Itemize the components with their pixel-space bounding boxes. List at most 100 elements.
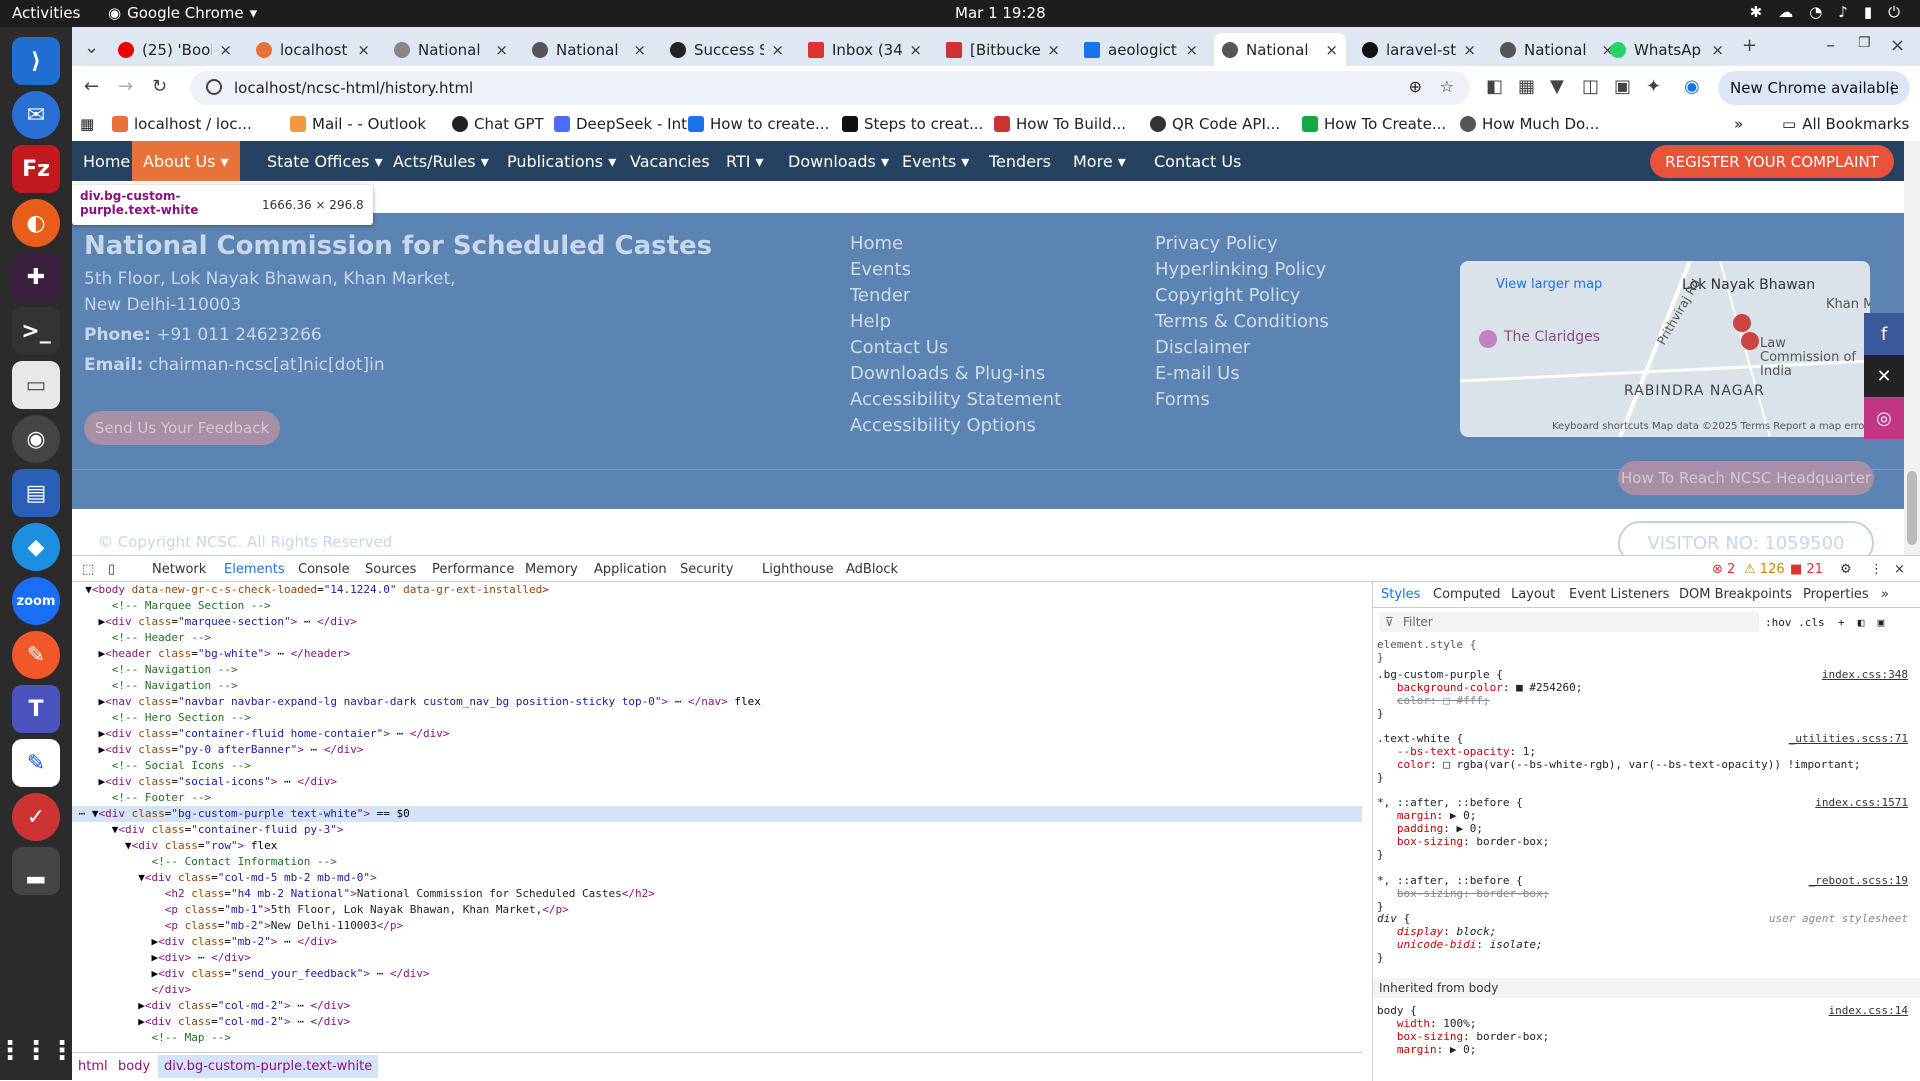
profile-icon[interactable]: ◉ (1684, 76, 1700, 97)
bookmark[interactable]: How Much Do... (1460, 115, 1599, 133)
styles-tab-event-listeners[interactable]: Event Listeners (1569, 587, 1669, 602)
footer-link-contact[interactable]: Contact Us (850, 337, 948, 358)
nav-state-offices[interactable]: State Offices ▾ (256, 141, 394, 182)
footer-link-email[interactable]: E-mail Us (1155, 363, 1240, 384)
dom-node[interactable]: <!-- Social Icons --> (72, 758, 1362, 774)
warning-count[interactable]: ⚠ 126 (1744, 562, 1785, 577)
rule-bg-custom-purple[interactable]: .bg-custom-purple { background-color: ■ … (1377, 668, 1582, 720)
source-link[interactable]: _reboot.scss:19 (1809, 874, 1908, 887)
devtools-tab-elements[interactable]: Elements (224, 562, 285, 577)
close-icon[interactable]: × (1047, 41, 1060, 59)
new-tab-icon[interactable]: + (1742, 35, 1757, 56)
settings-gear-icon[interactable]: ⚙ (1840, 562, 1852, 577)
tab[interactable]: Inbox (34 × (800, 33, 930, 66)
dom-node[interactable]: <p class="mb-1">5th Floor, Lok Nayak Bha… (72, 902, 1362, 918)
footer-link-privacy[interactable]: Privacy Policy (1155, 233, 1278, 254)
error-count[interactable]: ⊗ 2 (1712, 562, 1735, 577)
dom-node[interactable]: ▶<div class="py-0 afterBanner"> ⋯ </div> (72, 742, 1362, 758)
facebook-icon[interactable]: f (1864, 313, 1904, 355)
dom-node[interactable]: <!-- Map --> (72, 1030, 1362, 1046)
more-bookmarks-icon[interactable]: » (1734, 115, 1743, 133)
files-icon[interactable]: ▭ (12, 361, 60, 409)
clock[interactable]: Mar 1 19:28 (955, 4, 1046, 22)
rule-universal-reboot[interactable]: *, ::after, ::before { box-sizing: borde… (1377, 874, 1549, 913)
slack-icon[interactable]: ✚ (12, 253, 60, 301)
bookmark[interactable]: Mail - - Outlook (290, 115, 426, 133)
map-embed[interactable]: View larger map Lok Nayak Bhawan The Cla… (1460, 261, 1870, 437)
source-link[interactable]: index.css:348 (1822, 668, 1908, 681)
inspect-icon[interactable]: ⬚ (82, 562, 94, 577)
dom-node[interactable]: ▼<div class="row"> flex (72, 838, 1362, 854)
nav-home[interactable]: Home (72, 141, 141, 182)
address-bar[interactable]: localhost/ncsc-html/history.html ⊕ ☆ (190, 71, 1470, 105)
dom-node[interactable]: ▼<body data-new-gr-c-s-check-loaded="14.… (72, 582, 1362, 598)
x-twitter-icon[interactable]: ✕ (1864, 355, 1904, 397)
devtools-tab-memory[interactable]: Memory (525, 562, 578, 577)
nav-more[interactable]: More ▾ (1062, 141, 1137, 182)
extension-icon[interactable]: ◫ (1582, 76, 1599, 97)
update-button[interactable]: New Chrome available ⋮ (1718, 71, 1910, 105)
zoom-icon[interactable]: zoom (12, 577, 60, 625)
close-icon[interactable]: × (219, 41, 232, 59)
rule-body[interactable]: body { width: 100%; box-sizing: border-b… (1377, 1004, 1549, 1056)
firefox-icon[interactable]: ◐ (12, 199, 60, 247)
trash-icon[interactable]: ▂ (12, 847, 60, 895)
dom-node[interactable]: <!-- Marquee Section --> (72, 598, 1362, 614)
bookmark[interactable]: QR Code API... (1150, 115, 1280, 133)
bookmark[interactable]: DeepSeek - Int... (554, 115, 701, 133)
reload-icon[interactable]: ↻ (152, 76, 167, 97)
rule-universal[interactable]: *, ::after, ::before { margin: ▶ 0; padd… (1377, 796, 1549, 861)
close-devtools-icon[interactable]: × (1894, 562, 1905, 577)
footer-link-hyperlinking[interactable]: Hyperlinking Policy (1155, 259, 1326, 280)
styles-tab-styles[interactable]: Styles (1381, 587, 1420, 602)
footer-link-tender[interactable]: Tender (850, 285, 910, 306)
source-link[interactable]: _utilities.scss:71 (1789, 732, 1908, 745)
close-icon[interactable]: × (1185, 41, 1198, 59)
dom-node[interactable]: <!-- Footer --> (72, 790, 1362, 806)
dom-node[interactable]: ▶<header class="bg-white"> ⋯ </header> (72, 646, 1362, 662)
dom-node[interactable]: <p class="mb-2">New Delhi-110003</p> (72, 918, 1362, 934)
dom-node[interactable]: ▶<div class="send_your_feedback"> ⋯ </di… (72, 966, 1362, 982)
more-options-icon[interactable]: ⋮ (1870, 562, 1883, 577)
device-toolbar-icon[interactable]: ▯ (108, 562, 115, 577)
nav-tenders[interactable]: Tenders (978, 141, 1062, 182)
tab[interactable]: aeologict × (1076, 33, 1206, 66)
nav-events[interactable]: Events ▾ (891, 141, 980, 182)
dom-node[interactable]: ▶<div class="col-md-2"> ⋯ </div> (72, 998, 1362, 1014)
apps-icon[interactable]: ▦ (80, 115, 94, 133)
footer-link-accessibility-options[interactable]: Accessibility Options (850, 415, 1036, 436)
nav-about-us[interactable]: About Us ▾ (132, 141, 240, 182)
more-tabs-icon[interactable]: » (1881, 587, 1889, 602)
extension-icon[interactable]: ▦ (1518, 76, 1535, 97)
devtools-tab-adblock[interactable]: AdBlock (846, 562, 898, 577)
writer-icon[interactable]: ▤ (12, 469, 60, 517)
styles-filter-input[interactable]: ⊽ Filter (1379, 612, 1759, 632)
nav-rti[interactable]: RTI ▾ (715, 141, 775, 182)
map-attribution[interactable]: Keyboard shortcuts Map data ©2025 Terms … (1552, 421, 1869, 432)
bookmark[interactable]: Chat GPT (452, 115, 544, 133)
dom-node[interactable]: <!-- Navigation --> (72, 678, 1362, 694)
nav-acts-rules[interactable]: Acts/Rules ▾ (382, 141, 500, 182)
dom-node[interactable]: <!-- Contact Information --> (72, 854, 1362, 870)
footer-link-accessibility-statement[interactable]: Accessibility Statement (850, 389, 1061, 410)
bookmark[interactable]: localhost / loc... (112, 115, 252, 133)
show-apps-icon[interactable]: ⋮⋮⋮ (0, 1027, 75, 1075)
footer-link-downloads[interactable]: Downloads & Plug-ins (850, 363, 1045, 384)
close-icon[interactable]: × (909, 41, 922, 59)
dom-node[interactable]: ▶<div> ⋯ </div> (72, 950, 1362, 966)
styles-tab-computed[interactable]: Computed (1433, 587, 1501, 602)
footer-link-copyright[interactable]: Copyright Policy (1155, 285, 1300, 306)
instagram-icon[interactable]: ◎ (1864, 397, 1904, 439)
dom-node[interactable]: <!-- Navigation --> (72, 662, 1362, 678)
bookmark-star-icon[interactable]: ☆ (1440, 77, 1454, 96)
dom-node[interactable]: ▼<div class="container-fluid py-3"> (72, 822, 1362, 838)
dom-node[interactable]: <h2 class="h4 mb-2 National">National Co… (72, 886, 1362, 902)
system-tray[interactable]: ✱ ☁ ◔ ♪ ▮ ⏻ (1750, 3, 1900, 21)
nav-contact-us[interactable]: Contact Us (1143, 141, 1252, 182)
footer-link-home[interactable]: Home (850, 233, 903, 254)
devtools-tab-application[interactable]: Application (594, 562, 667, 577)
forward-icon[interactable]: → (118, 76, 133, 97)
app-icon[interactable]: ✓ (12, 793, 60, 841)
close-icon[interactable]: × (357, 41, 370, 59)
nav-downloads[interactable]: Downloads ▾ (777, 141, 900, 182)
